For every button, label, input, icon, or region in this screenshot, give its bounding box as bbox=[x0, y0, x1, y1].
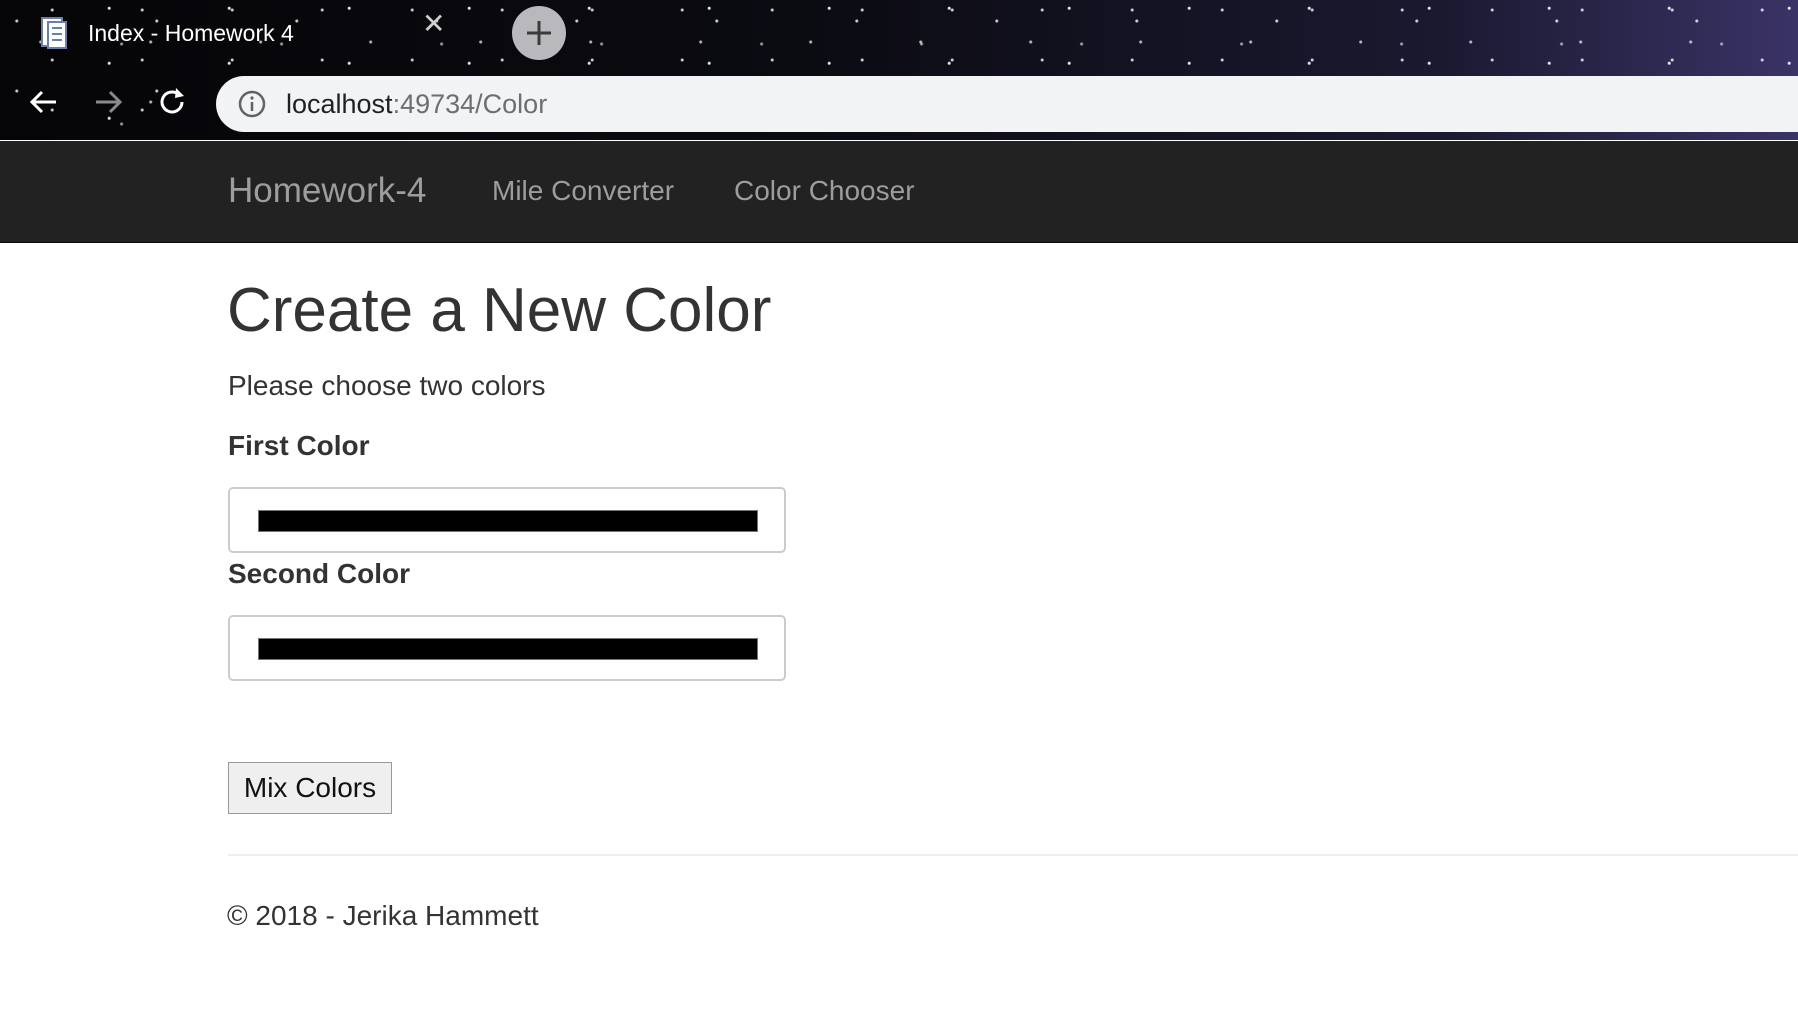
forward-button[interactable] bbox=[88, 82, 128, 122]
nav-link-mile-converter[interactable]: Mile Converter bbox=[492, 175, 674, 207]
mix-colors-button[interactable]: Mix Colors bbox=[228, 762, 392, 814]
second-color-label: Second Color bbox=[228, 558, 411, 589]
reload-button[interactable] bbox=[152, 82, 192, 122]
site-navbar: Homework-4 Mile Converter Color Chooser bbox=[0, 141, 1798, 243]
tab-close-icon[interactable]: ✕ bbox=[422, 9, 445, 39]
arrow-left-icon bbox=[29, 90, 56, 114]
reload-icon bbox=[160, 88, 184, 114]
second-color-input[interactable] bbox=[228, 615, 786, 681]
browser-chrome: Index - Homework 4 ✕ localhost:49734/Col… bbox=[0, 0, 1798, 140]
page-title: Create a New Color bbox=[227, 276, 772, 345]
address-bar[interactable]: localhost:49734/Color bbox=[216, 76, 1798, 132]
first-color-input[interactable] bbox=[228, 487, 786, 553]
browser-tab[interactable]: Index - Homework 4 bbox=[30, 8, 480, 58]
url-host: localhost bbox=[286, 88, 393, 119]
back-button[interactable] bbox=[24, 82, 64, 122]
nav-link-color-chooser[interactable]: Color Chooser bbox=[734, 175, 915, 207]
url-path: :49734/Color bbox=[392, 88, 548, 119]
document-icon bbox=[40, 16, 68, 50]
navbar-brand[interactable]: Homework-4 bbox=[228, 171, 426, 211]
info-icon[interactable] bbox=[236, 88, 268, 120]
footer-divider bbox=[228, 854, 1798, 856]
tab-title: Index - Homework 4 bbox=[88, 19, 294, 46]
arrow-right-icon bbox=[96, 90, 123, 114]
first-color-swatch bbox=[258, 510, 758, 532]
first-color-label: First Color bbox=[228, 430, 370, 461]
plus-icon[interactable] bbox=[512, 6, 566, 60]
intro-text: Please choose two colors bbox=[228, 370, 546, 401]
second-color-swatch bbox=[258, 638, 758, 660]
url-text: localhost:49734/Color bbox=[286, 89, 547, 120]
footer-text: © 2018 - Jerika Hammett bbox=[227, 900, 539, 931]
